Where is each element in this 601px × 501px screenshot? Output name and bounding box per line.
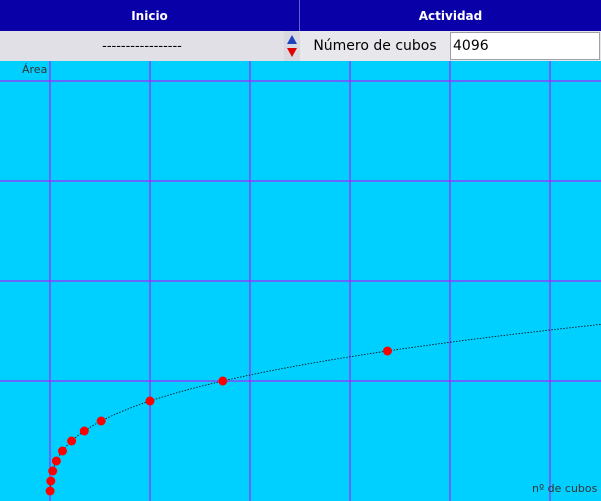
controls-bar: ----------------- Número de cubos [0,31,601,61]
tab-bar: Inicio Actividad [0,0,601,31]
cubes-input[interactable] [450,32,600,60]
data-point [218,376,228,386]
data-point [79,426,89,436]
y-axis-label: Área [22,63,47,76]
cubes-label: Número de cubos [300,31,450,61]
data-point [67,436,77,446]
tab-inicio[interactable]: Inicio [0,0,300,31]
mode-spinner[interactable] [284,31,300,61]
data-point [96,416,106,426]
tab-actividad[interactable]: Actividad [300,0,601,31]
chart-grid [0,61,601,501]
spin-up-icon[interactable] [286,34,298,46]
data-point [58,446,67,456]
data-point [51,456,61,466]
mode-select[interactable]: ----------------- [0,31,284,61]
data-point [46,476,56,486]
chart-points [45,346,392,496]
spin-down-icon[interactable] [286,46,298,58]
data-point [383,346,392,356]
app-window: Inicio Actividad ----------------- Númer… [0,0,601,501]
x-axis-label: nº de cubos [532,482,598,495]
data-point [48,466,58,476]
chart-curve [49,323,601,494]
data-point [45,486,55,496]
chart-plot: Área nº de cubos [0,61,601,501]
data-point [145,396,155,406]
